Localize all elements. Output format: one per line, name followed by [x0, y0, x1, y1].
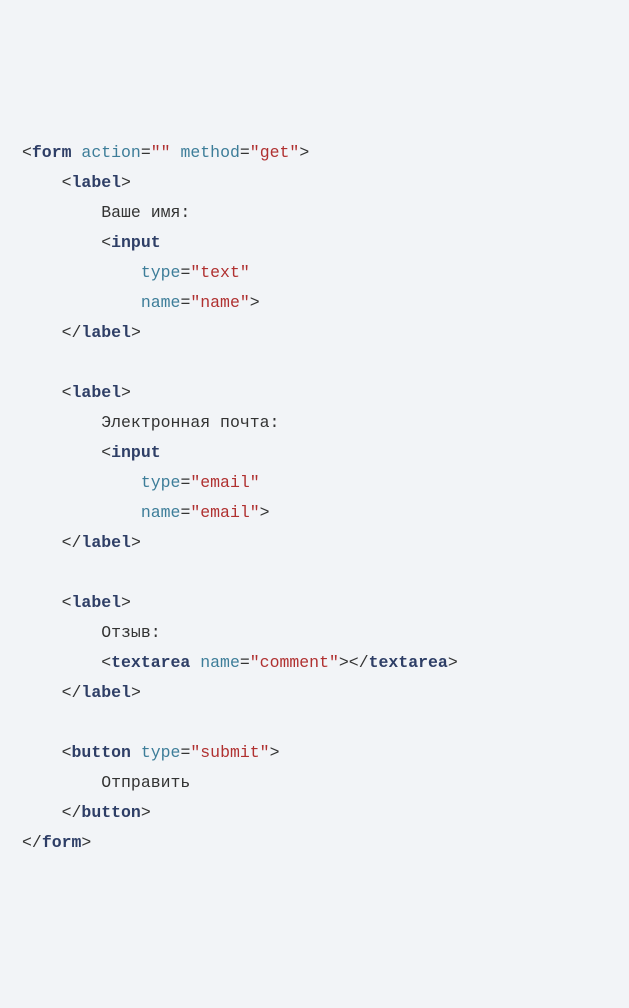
tag-input: input — [111, 233, 161, 252]
tag-label-open: label — [72, 173, 122, 192]
attr-type: type — [141, 743, 181, 762]
tag-textarea-open: textarea — [111, 653, 190, 672]
tag-input: input — [111, 443, 161, 462]
val-name-email: "email" — [190, 503, 259, 522]
attr-action: action — [81, 143, 140, 162]
val-name-comment: "comment" — [250, 653, 339, 672]
attr-name: name — [141, 293, 181, 312]
code-snippet: <form action="" method="get"> <label> Ва… — [22, 138, 629, 858]
tag-form-open: form — [32, 143, 72, 162]
attr-name: name — [141, 503, 181, 522]
attr-name: name — [200, 653, 240, 672]
button-text: Отправить — [101, 773, 190, 792]
val-action: "" — [151, 143, 171, 162]
val-method: "get" — [250, 143, 300, 162]
val-name-name: "name" — [190, 293, 249, 312]
tag-label-close: label — [81, 533, 131, 552]
label-text-email: Электронная почта: — [101, 413, 279, 432]
val-type-email: "email" — [190, 473, 259, 492]
tag-textarea-close: textarea — [369, 653, 448, 672]
tag-button-close: button — [81, 803, 140, 822]
attr-type: type — [141, 473, 181, 492]
tag-label-open: label — [72, 593, 122, 612]
label-text-name: Ваше имя: — [101, 203, 190, 222]
tag-label-close: label — [81, 683, 131, 702]
attr-type: type — [141, 263, 181, 282]
attr-method: method — [180, 143, 239, 162]
tag-form-close: form — [42, 833, 82, 852]
tag-label-close: label — [81, 323, 131, 342]
tag-label-open: label — [72, 383, 122, 402]
label-text-comment: Отзыв: — [101, 623, 160, 642]
val-type-text: "text" — [190, 263, 249, 282]
val-type-submit: "submit" — [190, 743, 269, 762]
tag-button-open: button — [72, 743, 131, 762]
